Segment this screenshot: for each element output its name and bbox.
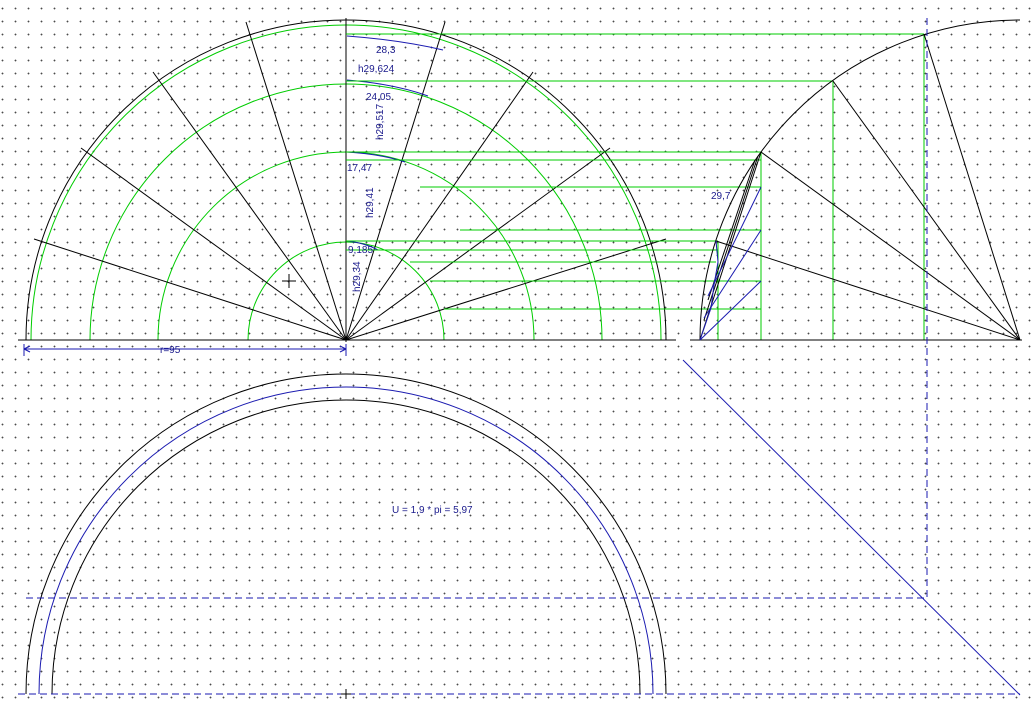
label-side-step: 29,7 bbox=[711, 191, 731, 202]
label-height-4: h29,34 bbox=[352, 261, 363, 292]
arch-inner bbox=[51, 399, 641, 695]
diagonal-construction-line bbox=[682, 359, 1021, 696]
radius-dimension bbox=[23, 344, 347, 356]
label-step-4: 9,185 bbox=[348, 245, 373, 256]
label-height-1: h29,624 bbox=[358, 64, 395, 75]
arch-elevation-view bbox=[18, 373, 1020, 699]
arch-outer bbox=[25, 373, 667, 695]
label-step-top: 28,3 bbox=[376, 45, 396, 56]
label-radius-dimension: r=95 bbox=[160, 345, 181, 356]
label-step-3: 17,47 bbox=[347, 163, 372, 174]
label-step-2: 24,05 bbox=[366, 92, 391, 103]
technical-drawing: 28,3 h29,624 24,05 h29,517 17,47 h29,41 … bbox=[18, 18, 1022, 699]
radial-lines bbox=[33, 21, 667, 341]
crosshair-cursor-icon bbox=[282, 274, 296, 288]
label-height-2: h29,517 bbox=[375, 103, 386, 140]
arch-middle bbox=[38, 386, 654, 695]
label-circumference: U = 1,9 * pi = 5,97 bbox=[392, 505, 473, 516]
label-height-3: h29,41 bbox=[365, 187, 376, 218]
cad-drawing-canvas[interactable]: 28,3 h29,624 24,05 h29,517 17,47 h29,41 … bbox=[0, 0, 1036, 707]
